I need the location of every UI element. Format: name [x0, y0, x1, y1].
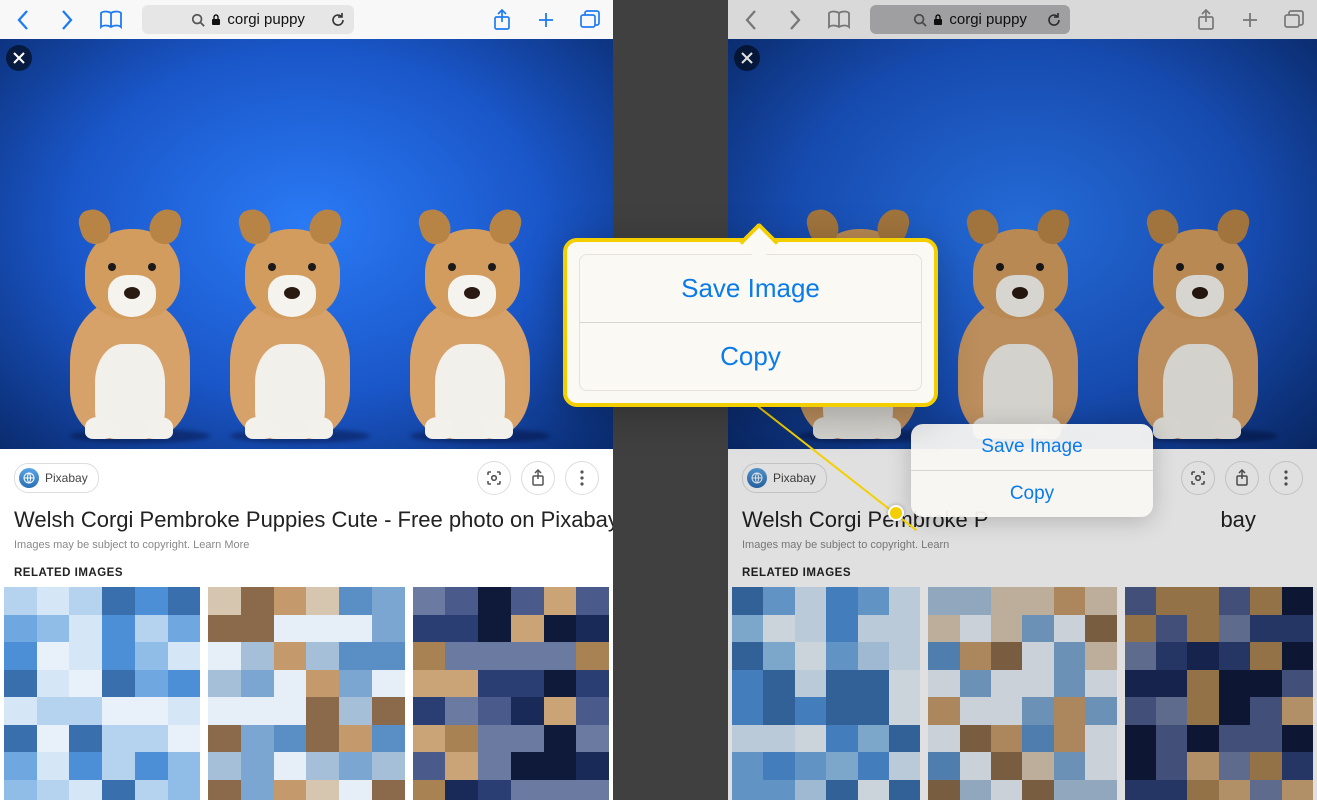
related-thumb[interactable] [208, 587, 404, 800]
tabs-icon [579, 10, 601, 30]
safari-window-left: corgi puppy Pixabay [0, 0, 613, 800]
globe-icon [19, 468, 39, 488]
hero-image-content [380, 159, 570, 439]
related-thumb[interactable] [4, 587, 200, 800]
url-bar[interactable]: corgi puppy [142, 5, 354, 34]
lock-icon [211, 14, 221, 26]
copyright-text: Images may be subject to copyright. Lear… [728, 539, 1317, 567]
new-tab-button[interactable] [1237, 7, 1263, 33]
more-button[interactable] [1269, 461, 1303, 495]
image-share-button[interactable] [521, 461, 555, 495]
plus-icon [536, 10, 556, 30]
related-images [0, 587, 613, 800]
lens-icon [1189, 469, 1207, 487]
hero-image-content [1108, 159, 1298, 439]
book-icon [99, 10, 123, 30]
url-text: corgi puppy [949, 11, 1027, 28]
tabs-button[interactable] [1281, 7, 1307, 33]
hero-image-content [200, 159, 390, 439]
search-icon [913, 13, 927, 27]
image-viewer[interactable] [0, 39, 613, 449]
reload-icon[interactable] [330, 12, 346, 28]
chevron-left-icon [744, 9, 758, 31]
forward-button[interactable] [782, 7, 808, 33]
related-heading: RELATED IMAGES [0, 567, 613, 587]
bookmarks-button[interactable] [826, 7, 852, 33]
chevron-right-icon [788, 9, 802, 31]
menu-item-copy[interactable]: Copy [580, 323, 921, 390]
image-title: Welsh Corgi Pembroke Puppies Cute - Free… [0, 507, 613, 539]
more-button[interactable] [565, 461, 599, 495]
chevron-right-icon [60, 9, 74, 31]
menu-item-copy[interactable]: Copy [911, 471, 1153, 517]
hero-image-content [928, 159, 1118, 439]
book-icon [827, 10, 851, 30]
close-icon [13, 52, 25, 64]
context-menu: Save Image Copy [911, 424, 1153, 517]
bookmarks-button[interactable] [98, 7, 124, 33]
source-chip[interactable]: Pixabay [14, 463, 99, 493]
source-chip[interactable]: Pixabay [742, 463, 827, 493]
close-button[interactable] [6, 45, 32, 71]
menu-item-save-image[interactable]: Save Image [911, 424, 1153, 470]
copyright-text: Images may be subject to copyright. Lear… [0, 539, 613, 567]
callout-dot [888, 505, 904, 521]
plus-icon [1240, 10, 1260, 30]
learn-more-link[interactable]: Learn More [193, 539, 249, 551]
forward-button[interactable] [54, 7, 80, 33]
related-heading: RELATED IMAGES [728, 567, 1317, 587]
image-share-button[interactable] [1225, 461, 1259, 495]
lock-icon [933, 14, 943, 26]
safari-toolbar: corgi puppy [728, 0, 1317, 39]
related-thumb[interactable] [413, 587, 609, 800]
share-icon [531, 469, 545, 487]
url-bar[interactable]: corgi puppy [870, 5, 1070, 34]
share-button[interactable] [489, 7, 515, 33]
share-icon [493, 9, 511, 31]
share-icon [1197, 9, 1215, 31]
lens-button[interactable] [477, 461, 511, 495]
back-button[interactable] [10, 7, 36, 33]
search-icon [191, 13, 205, 27]
globe-icon [747, 468, 767, 488]
tabs-icon [1283, 10, 1305, 30]
share-icon [1235, 469, 1249, 487]
reload-icon[interactable] [1046, 12, 1062, 28]
share-button[interactable] [1193, 7, 1219, 33]
tabs-button[interactable] [577, 7, 603, 33]
source-name: Pixabay [773, 471, 816, 485]
related-thumb[interactable] [732, 587, 920, 800]
source-name: Pixabay [45, 471, 88, 485]
context-menu-callout: Save Image Copy [563, 238, 938, 407]
back-button[interactable] [738, 7, 764, 33]
related-thumb[interactable] [928, 587, 1116, 800]
url-text: corgi puppy [227, 11, 305, 28]
close-button[interactable] [734, 45, 760, 71]
related-images [728, 587, 1317, 800]
safari-toolbar: corgi puppy [0, 0, 613, 39]
close-icon [741, 52, 753, 64]
new-tab-button[interactable] [533, 7, 559, 33]
lens-button[interactable] [1181, 461, 1215, 495]
more-vertical-icon [1284, 470, 1288, 486]
more-vertical-icon [580, 470, 584, 486]
lens-icon [485, 469, 503, 487]
image-info-row: Pixabay [0, 449, 613, 507]
menu-item-save-image[interactable]: Save Image [580, 255, 921, 322]
chevron-left-icon [16, 9, 30, 31]
related-thumb[interactable] [1125, 587, 1313, 800]
